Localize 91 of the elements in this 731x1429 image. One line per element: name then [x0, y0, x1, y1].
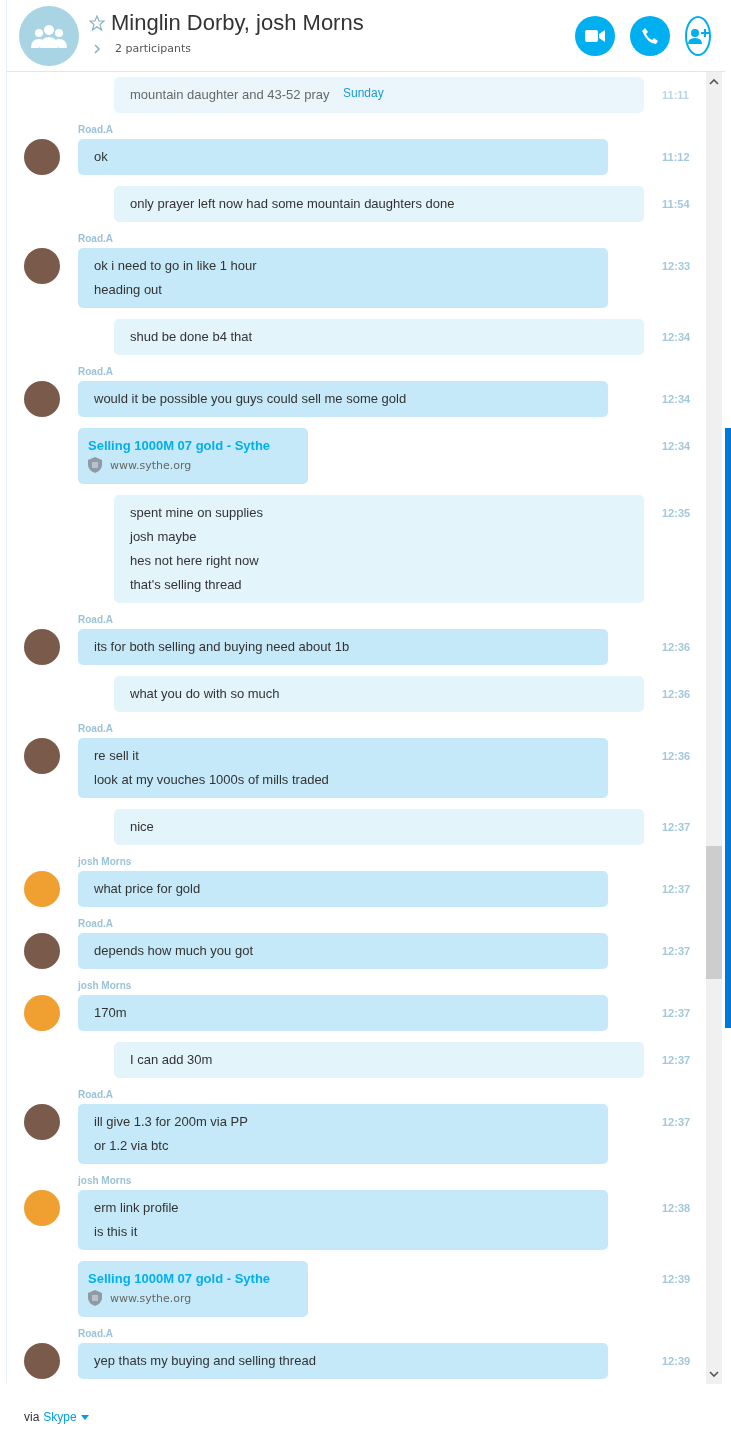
timestamp: 12:36	[661, 749, 692, 764]
timestamp: 12:39	[661, 1272, 692, 1287]
sender-name: josh Morns	[78, 980, 133, 991]
video-camera-icon	[585, 28, 605, 43]
message-text: depends how much you got	[94, 942, 253, 960]
message-text: ill give 1.3 for 200m via PP	[94, 1113, 248, 1131]
message-text: nice	[130, 818, 154, 836]
chevron-icon[interactable]	[93, 43, 101, 54]
message-text: josh maybe	[130, 528, 197, 546]
call-button[interactable]	[630, 15, 670, 56]
timestamp: 11:54	[661, 197, 691, 212]
participant-count: 2 participants	[115, 42, 191, 55]
message-text: 170m	[94, 1004, 127, 1022]
scroll-down-icon[interactable]	[709, 1370, 719, 1378]
message-text: mountain daughter and 43-52 pray	[130, 86, 330, 104]
timestamp: 12:33	[661, 259, 692, 274]
timestamp: 12:37	[661, 1006, 692, 1021]
message-text: erm link profile	[94, 1199, 179, 1217]
caret-icon[interactable]	[80, 1414, 89, 1420]
avatar[interactable]	[24, 139, 60, 175]
avatar[interactable]	[24, 381, 60, 417]
avatar[interactable]	[24, 1104, 60, 1140]
sender-name: Road.A	[78, 918, 114, 929]
message-text: would it be possible you guys could sell me some gold	[94, 390, 407, 408]
link-title[interactable]: Selling 1000M 07 gold - Sythe	[88, 1271, 298, 1286]
message-text: I can add 30m	[130, 1051, 213, 1069]
timestamp: 11:11	[661, 88, 690, 103]
service-link[interactable]: Skype	[43, 1410, 77, 1424]
link-url: www.sythe.org	[110, 1291, 192, 1305]
sender-name: Road.A	[78, 614, 114, 625]
timestamp: 11:12	[661, 150, 691, 165]
phone-icon	[641, 26, 659, 45]
add-person-icon	[687, 27, 709, 44]
timestamp: 12:37	[661, 820, 692, 835]
timestamp: 12:34	[661, 330, 692, 345]
shield-icon	[88, 457, 102, 473]
timestamp: 12:39	[661, 1354, 692, 1369]
message-text: look at my vouches 1000s of mills traded	[94, 771, 329, 789]
group-icon	[31, 23, 67, 48]
timestamp: 12:36	[661, 687, 692, 702]
date-divider: Sunday	[343, 86, 384, 100]
scrollbar[interactable]	[706, 72, 722, 1384]
link-preview[interactable]: Selling 1000M 07 gold - Sythe www.sythe.org	[78, 1261, 308, 1317]
add-participant-button[interactable]	[685, 15, 711, 56]
message-text: what price for gold	[94, 880, 201, 898]
timestamp: 12:36	[661, 640, 692, 655]
timestamp: 12:38	[661, 1201, 692, 1216]
message-text: that's selling thread	[130, 576, 242, 594]
message-text: spent mine on supplies	[130, 504, 263, 522]
avatar[interactable]	[24, 629, 60, 665]
via-label: via	[24, 1410, 40, 1424]
avatar[interactable]	[24, 738, 60, 774]
message-text: ok i need to go in like 1 hour	[94, 257, 257, 275]
sender-name: Road.A	[78, 124, 114, 135]
message-text: its for both selling and buying need about 1b	[94, 638, 350, 656]
message-text: re sell it	[94, 747, 139, 765]
message-text: or 1.2 via btc	[94, 1137, 169, 1155]
message-text: hes not here right now	[130, 552, 259, 570]
avatar[interactable]	[24, 248, 60, 284]
timestamp: 12:34	[661, 439, 692, 454]
video-call-button[interactable]	[575, 15, 615, 56]
timestamp: 12:35	[661, 506, 692, 521]
link-url: www.sythe.org	[110, 458, 192, 472]
avatar[interactable]	[24, 1343, 60, 1379]
message-text: shud be done b4 that	[130, 328, 253, 346]
sender-name: josh Morns	[78, 1175, 133, 1186]
star-icon[interactable]	[89, 15, 105, 31]
timestamp: 12:37	[661, 1053, 692, 1068]
message-text: yep thats my buying and selling thread	[94, 1352, 316, 1370]
scrollbar-thumb[interactable]	[706, 846, 722, 979]
timestamp: 12:37	[661, 882, 692, 897]
timestamp: 12:34	[661, 392, 692, 407]
sender-name: Road.A	[78, 1328, 114, 1339]
scroll-up-icon[interactable]	[709, 78, 719, 86]
sender-name: josh Morns	[78, 856, 133, 867]
message-text: what you do with so much	[130, 685, 280, 703]
shield-icon	[88, 1290, 102, 1306]
link-preview[interactable]: Selling 1000M 07 gold - Sythe www.sythe.org	[78, 428, 308, 484]
message-text: heading out	[94, 281, 162, 299]
sender-name: Road.A	[78, 366, 114, 377]
timestamp: 12:37	[661, 1115, 692, 1130]
avatar[interactable]	[24, 933, 60, 969]
message-text: ok	[94, 148, 108, 166]
message-text: only prayer left now had some mountain daughters done	[130, 195, 455, 213]
sender-name: Road.A	[78, 233, 114, 244]
link-title[interactable]: Selling 1000M 07 gold - Sythe	[88, 438, 298, 453]
sender-name: Road.A	[78, 1089, 114, 1100]
timestamp: 12:37	[661, 944, 692, 959]
conversation-title: Minglin Dorby, josh Morns	[111, 10, 364, 36]
message-text: is this it	[94, 1223, 138, 1241]
sender-name: Road.A	[78, 723, 114, 734]
